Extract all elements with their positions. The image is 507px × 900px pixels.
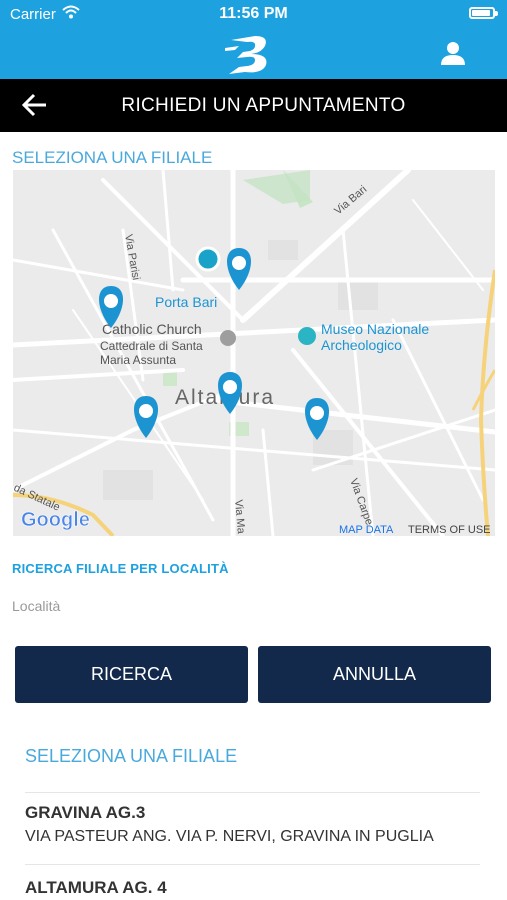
map-section-label: SELEZIONA UNA FILIALE — [12, 148, 213, 167]
search-label: RICERCA FILIALE PER LOCALITÀ — [12, 561, 229, 576]
search-button[interactable]: RICERCA — [15, 646, 248, 703]
current-location-dot — [195, 246, 221, 272]
branch-list-header: SELEZIONA UNA FILIALE — [25, 746, 238, 766]
status-bar: Carrier 11:56 PM — [0, 0, 507, 28]
place-label-porta-bari: Porta Bari — [155, 294, 217, 310]
place-label-church-en: Catholic Church — [102, 321, 202, 337]
branch-name[interactable]: GRAVINA AG.3 — [25, 803, 145, 823]
google-logo: Google — [21, 509, 90, 531]
page-title: RICHIEDI UN APPUNTAMENTO — [121, 95, 406, 116]
place-label-museum-1: Museo Nazionale — [321, 321, 429, 337]
divider — [25, 792, 480, 793]
brand-logo-icon — [225, 32, 281, 81]
user-icon[interactable] — [441, 41, 465, 70]
branch-map[interactable]: Via Bari Via Parisi Via Carpe Via Ma da … — [13, 170, 495, 536]
place-label-museum-2: Archeologico — [321, 337, 402, 353]
divider — [25, 864, 480, 865]
branch-name[interactable]: ALTAMURA AG. 4 — [25, 878, 167, 898]
status-time: 11:56 PM — [219, 5, 288, 22]
location-input[interactable] — [12, 594, 492, 618]
battery-icon — [469, 7, 498, 19]
cancel-button[interactable]: ANNULLA — [258, 646, 491, 703]
place-label-church-it-2: Maria Assunta — [100, 353, 176, 367]
church-icon — [220, 330, 236, 346]
museum-icon — [298, 327, 316, 345]
place-label-church-it-1: Cattedrale di Santa — [100, 339, 203, 353]
map-data-link[interactable]: MAP DATA — [339, 524, 394, 536]
title-bar: RICHIEDI UN APPUNTAMENTO — [0, 79, 507, 132]
app-header — [0, 28, 507, 79]
branch-address[interactable]: VIA PASTEUR ANG. VIA P. NERVI, GRAVINA I… — [25, 828, 434, 846]
terms-of-use-link[interactable]: TERMS OF USE — [408, 524, 491, 536]
